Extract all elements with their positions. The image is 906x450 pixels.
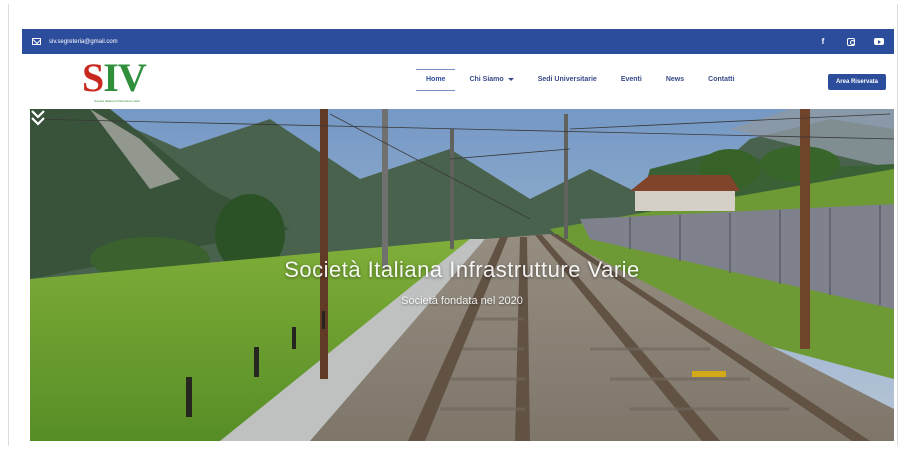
top-bar: siv.segreteria@gmail.com f [22, 29, 894, 54]
main-navbar: S IV Società Italiana Infrastrutture Vari… [22, 54, 894, 108]
logo-letter-mid: IV [103, 55, 146, 100]
mail-icon [32, 38, 41, 45]
nav-chi-siamo[interactable]: Chi Siamo [457, 72, 525, 87]
nav-home[interactable]: Home [414, 69, 457, 91]
facebook-icon[interactable]: f [818, 37, 828, 47]
contact-email[interactable]: siv.segreteria@gmail.com [32, 38, 118, 45]
hero-subtitle: Società fondata nel 2020 [401, 295, 523, 307]
hero-text-block: Società Italiana Infrastrutture Varie So… [30, 257, 894, 307]
email-text[interactable]: siv.segreteria@gmail.com [49, 39, 118, 45]
hero-banner: Società Italiana Infrastrutture Varie So… [30, 109, 894, 441]
nav-news[interactable]: News [654, 72, 696, 87]
site-logo[interactable]: S IV Società Italiana Infrastrutture Vari… [82, 58, 152, 104]
double-chevron-down-icon[interactable] [30, 109, 46, 127]
chevron-down-icon [507, 78, 514, 81]
logo-letter-s: S [82, 55, 104, 100]
nav-sedi-universitarie[interactable]: Sedi Universitarie [526, 72, 609, 87]
main-menu: Home Chi Siamo Sedi Universitarie Eventi… [414, 69, 747, 91]
youtube-icon[interactable] [874, 37, 884, 47]
nav-contatti[interactable]: Contatti [696, 72, 746, 87]
hero-title: Società Italiana Infrastrutture Varie [284, 257, 640, 282]
social-links: f [818, 37, 884, 47]
nav-eventi[interactable]: Eventi [609, 72, 654, 87]
instagram-icon[interactable] [846, 37, 856, 47]
area-riservata-button[interactable]: Area Riservata [827, 74, 886, 90]
